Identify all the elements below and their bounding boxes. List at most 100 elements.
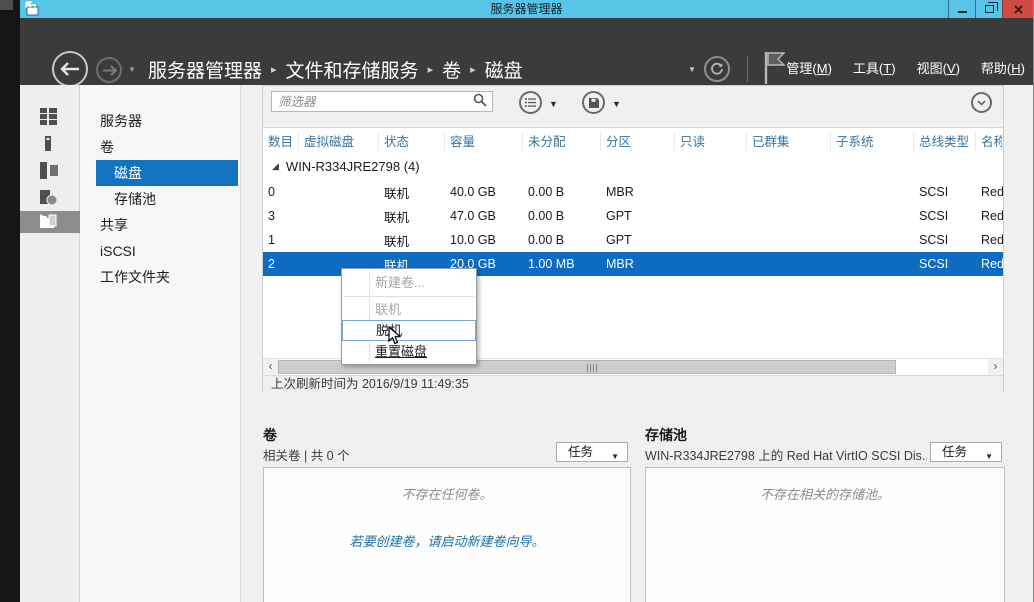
sidebar-item-storage-pools[interactable]: 存储池 bbox=[80, 186, 238, 212]
refresh-icon bbox=[710, 62, 724, 76]
breadcrumb-separator-icon: ▸ bbox=[271, 63, 277, 76]
col-header-virtual-disk[interactable]: 虚拟磁盘 bbox=[299, 133, 379, 151]
close-button[interactable] bbox=[1002, 0, 1033, 18]
volumes-empty-text: 不存在任何卷。 bbox=[264, 484, 630, 503]
back-button[interactable] bbox=[52, 51, 88, 87]
dashboard-icon bbox=[40, 108, 57, 125]
menu-item-take-offline[interactable]: 脱机 bbox=[342, 320, 476, 341]
sidebar-item-disks[interactable]: 磁盘 bbox=[96, 160, 238, 186]
sidebar-item-iscsi[interactable]: iSCSI bbox=[80, 238, 238, 264]
all-servers-icon bbox=[40, 162, 58, 179]
breadcrumb: 服务器管理器 ▸ 文件和存储服务 ▸ 卷 ▸ 磁盘 bbox=[148, 54, 523, 84]
pools-empty-box: 不存在相关的存储池。 bbox=[645, 467, 1005, 602]
col-header-capacity[interactable]: 容量 bbox=[445, 133, 523, 151]
group-expanded-icon[interactable]: ◢ bbox=[272, 161, 279, 172]
sidebar-item-servers[interactable]: 服务器 bbox=[80, 108, 238, 134]
menu-item-reset-disk[interactable]: 重置磁盘 bbox=[342, 341, 476, 362]
flag-icon bbox=[762, 50, 788, 86]
sidebar-item-work-folders[interactable]: 工作文件夹 bbox=[80, 264, 238, 290]
sidebar-icon-strip bbox=[20, 85, 80, 602]
new-volume-wizard-link[interactable]: 若要创建卷，请启动新建卷向导。 bbox=[264, 531, 630, 550]
saved-filters-dropdown-icon[interactable]: ▼ bbox=[612, 99, 621, 109]
col-header-bus-type[interactable]: 总线类型 bbox=[914, 133, 976, 151]
col-header-number[interactable]: 数目 bbox=[263, 133, 299, 151]
menu-manage[interactable]: 管理(M) bbox=[786, 58, 832, 77]
screen: 服务器管理器 bbox=[0, 0, 1034, 602]
navbar-divider bbox=[747, 56, 748, 82]
navigation-bar: ▼ 服务器管理器 ▸ 文件和存储服务 ▸ 卷 ▸ 磁盘 ▼ bbox=[20, 18, 1033, 85]
history-dropdown-icon[interactable]: ▼ bbox=[128, 65, 136, 74]
sidebar-item-volumes[interactable]: 卷 bbox=[80, 134, 238, 160]
scroll-right-icon[interactable]: › bbox=[988, 359, 1003, 375]
col-header-clustered[interactable]: 已群集 bbox=[747, 133, 831, 151]
mouse-cursor bbox=[388, 326, 402, 346]
breadcrumb-dropdown-icon[interactable]: ▼ bbox=[688, 65, 696, 74]
forward-button[interactable] bbox=[96, 57, 122, 83]
col-header-name[interactable]: 名称 bbox=[976, 133, 1003, 151]
disk-context-menu: 新建卷... 联机 脱机 重置磁盘 bbox=[341, 268, 477, 365]
restore-icon bbox=[985, 5, 994, 13]
back-arrow-icon bbox=[60, 62, 80, 76]
collapse-panel-button[interactable] bbox=[971, 92, 992, 113]
filter-criteria-dropdown-icon[interactable]: ▼ bbox=[549, 99, 558, 109]
refresh-button[interactable] bbox=[704, 56, 730, 82]
breadcrumb-volumes[interactable]: 卷 bbox=[442, 56, 461, 83]
table-row-disk-1[interactable]: 1联机 10.0 GB0.00 B GPT SCSIRed bbox=[263, 228, 1003, 252]
sidebar-icon-local-server[interactable] bbox=[20, 133, 80, 157]
volumes-panel-subtitle: 相关卷 | 共 0 个 bbox=[263, 445, 350, 464]
notifications-flag-button[interactable] bbox=[762, 50, 788, 86]
background-window-fragment bbox=[0, 0, 13, 10]
volumes-tasks-button[interactable]: 任务 ▼ bbox=[556, 442, 628, 462]
filter-criteria-button[interactable] bbox=[519, 91, 542, 114]
scroll-left-icon[interactable]: ‹ bbox=[263, 359, 278, 375]
minimize-button[interactable] bbox=[948, 0, 975, 18]
sidebar-item-shares[interactable]: 共享 bbox=[80, 212, 238, 238]
title-bar[interactable]: 服务器管理器 bbox=[20, 0, 1033, 18]
filter-input[interactable] bbox=[271, 91, 493, 112]
breadcrumb-separator-icon: ▸ bbox=[428, 63, 434, 76]
menu-item-bring-online: 联机 bbox=[342, 299, 476, 320]
sidebar-nav: 服务器 卷 磁盘 存储池 共享 iSCSI 工作文件夹 bbox=[80, 85, 241, 602]
menu-separator bbox=[343, 296, 475, 297]
filter-toolbar: ▼ ▼ bbox=[263, 86, 1003, 128]
server-manager-window: 服务器管理器 bbox=[20, 0, 1034, 602]
col-header-partition[interactable]: 分区 bbox=[601, 133, 675, 151]
list-icon bbox=[525, 98, 536, 107]
col-header-unallocated[interactable]: 未分配 bbox=[523, 133, 601, 151]
services-icon bbox=[40, 190, 58, 206]
menu-help[interactable]: 帮助(H) bbox=[981, 58, 1025, 77]
window-body: 服务器 卷 磁盘 存储池 共享 iSCSI 工作文件夹 bbox=[20, 85, 1033, 602]
menu-item-new-volume: 新建卷... bbox=[342, 271, 476, 294]
window-controls bbox=[948, 0, 1033, 18]
restore-button[interactable] bbox=[975, 0, 1002, 18]
sidebar-icon-all-servers[interactable] bbox=[20, 159, 80, 183]
col-header-readonly[interactable]: 只读 bbox=[675, 133, 747, 151]
storage-pools-panel: 存储池 WIN-R334JRE2798 上的 Red Hat VirtIO SC… bbox=[645, 425, 1005, 445]
pools-tasks-button[interactable]: 任务 ▼ bbox=[930, 442, 1002, 462]
breadcrumb-file-storage[interactable]: 文件和存储服务 bbox=[286, 56, 419, 83]
group-label: WIN-R334JRE2798 (4) bbox=[286, 159, 420, 174]
col-header-subsystem[interactable]: 子系统 bbox=[831, 133, 914, 151]
sidebar-icon-file-storage-services[interactable] bbox=[20, 211, 80, 233]
sidebar-icon-dashboard[interactable] bbox=[20, 105, 80, 129]
breadcrumb-disks[interactable]: 磁盘 bbox=[485, 56, 523, 83]
saved-filters-button[interactable] bbox=[582, 91, 605, 114]
table-row-disk-3[interactable]: 3联机 47.0 GB0.00 B GPT SCSIRed bbox=[263, 204, 1003, 228]
pools-panel-subtitle: WIN-R334JRE2798 上的 Red Hat VirtIO SCSI D… bbox=[645, 445, 927, 464]
sidebar-icon-services[interactable] bbox=[20, 187, 80, 211]
table-row-disk-0[interactable]: 0联机 40.0 GB0.00 B MBR SCSIRed bbox=[263, 180, 1003, 204]
scrollbar-grip bbox=[587, 364, 597, 372]
menu-view[interactable]: 视图(V) bbox=[917, 58, 960, 77]
related-volumes-panel: 卷 相关卷 | 共 0 个 任务 ▼ 不存在任何卷。 若要创建卷，请启动新建卷向… bbox=[263, 425, 631, 445]
volumes-empty-box: 不存在任何卷。 若要创建卷，请启动新建卷向导。 bbox=[263, 467, 631, 602]
breadcrumb-root[interactable]: 服务器管理器 bbox=[148, 56, 262, 83]
menu-tools[interactable]: 工具(T) bbox=[853, 58, 896, 77]
expand-arrow-icon bbox=[40, 214, 47, 224]
minimize-icon bbox=[958, 11, 967, 13]
pools-empty-text: 不存在相关的存储池。 bbox=[646, 484, 1004, 503]
table-group-header[interactable]: ◢ WIN-R334JRE2798 (4) bbox=[263, 152, 1003, 180]
col-header-status[interactable]: 状态 bbox=[379, 133, 445, 151]
forward-arrow-icon bbox=[102, 65, 117, 76]
window-title: 服务器管理器 bbox=[20, 0, 1033, 18]
tasks-dropdown-icon: ▼ bbox=[611, 448, 619, 466]
